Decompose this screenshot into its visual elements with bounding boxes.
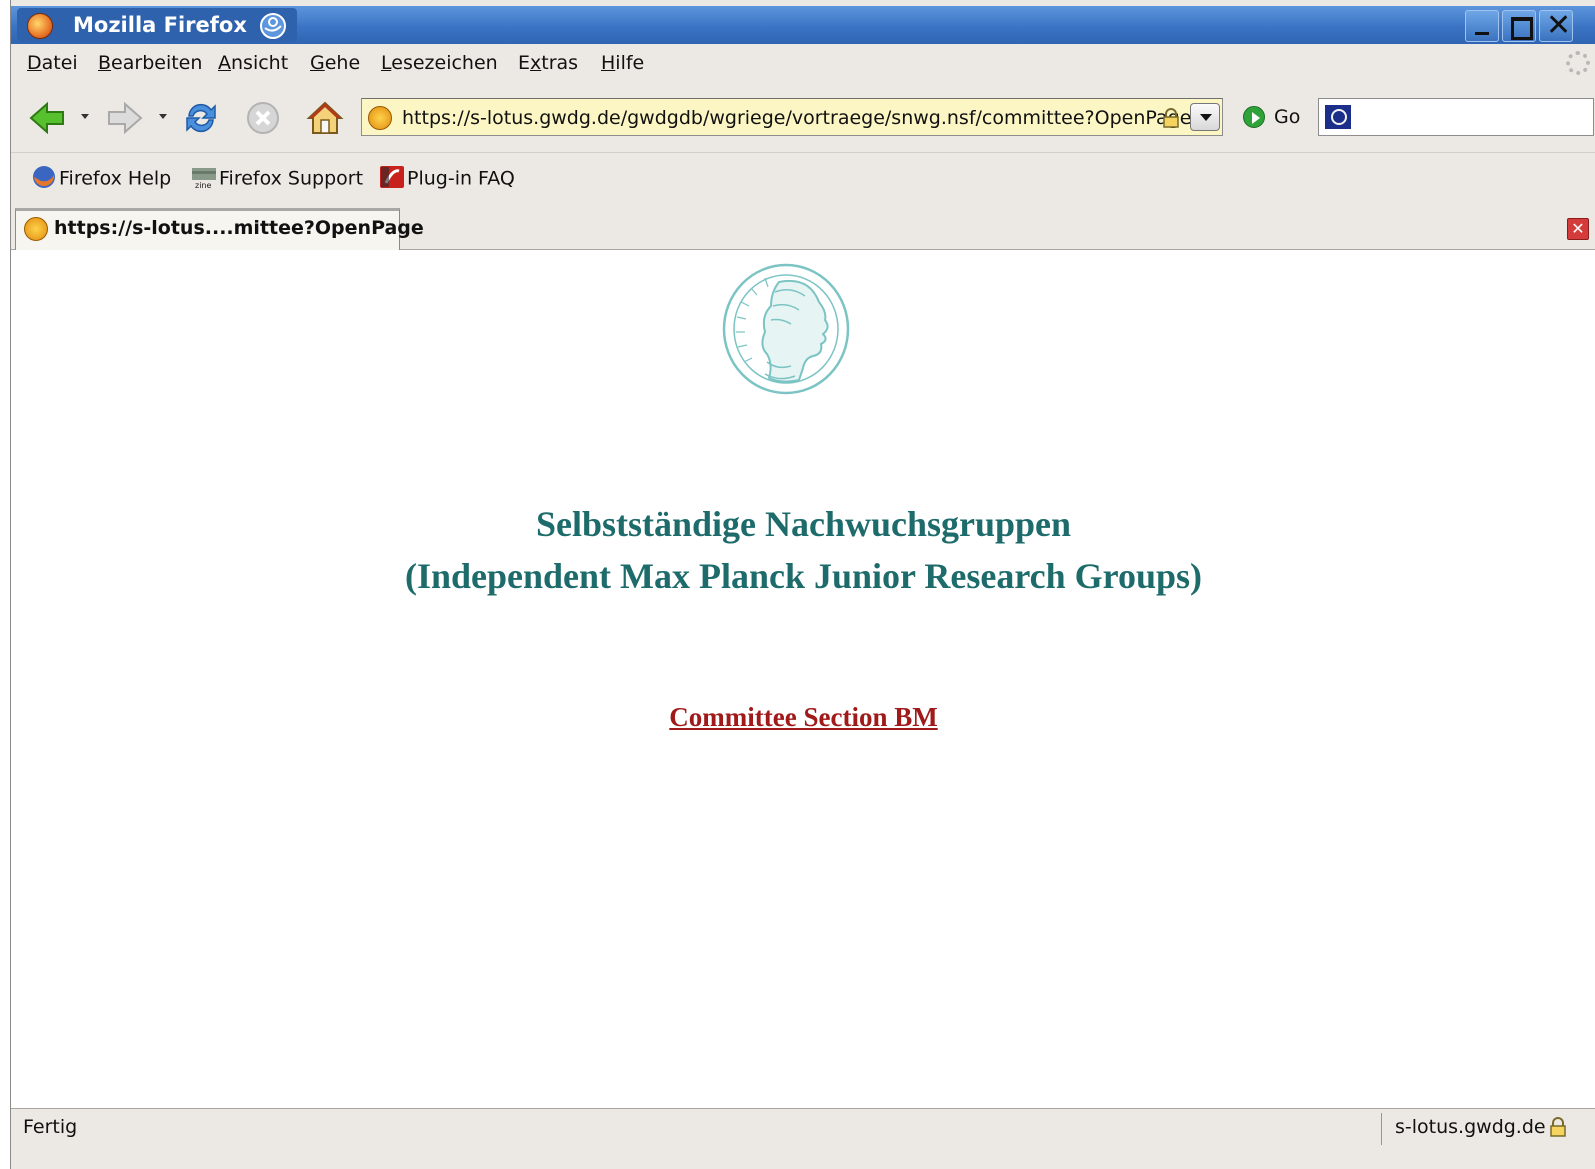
- page-content: Selbstständige Nachwuchsgruppen (Indepen…: [11, 250, 1595, 1110]
- max-planck-logo: [722, 263, 850, 395]
- page-title: Selbstständige Nachwuchsgruppen: [535, 504, 1072, 544]
- tab-favicon-icon: [24, 217, 48, 241]
- lock-icon[interactable]: [1162, 108, 1180, 128]
- page-subtitle: (Independent Max Planck Junior Research …: [404, 556, 1203, 596]
- site-favicon-icon: [368, 106, 392, 130]
- reload-icon[interactable]: [181, 98, 221, 138]
- go-arrow-icon: [1243, 106, 1265, 128]
- stop-icon[interactable]: [243, 98, 283, 138]
- status-lock-icon[interactable]: [1549, 1117, 1567, 1137]
- svg-text:zine: zine: [195, 181, 211, 189]
- firefox-app-icon[interactable]: [27, 13, 53, 39]
- status-host: s-lotus.gwdg.de: [1395, 1116, 1546, 1138]
- menu-lesezeichen[interactable]: Lesezeichen: [381, 52, 498, 74]
- close-icon: ✕: [1546, 8, 1572, 43]
- search-engine-icon[interactable]: [1325, 105, 1351, 129]
- address-bar[interactable]: https://s-lotus.gwdg.de/gwdgdb/wgriege/v…: [361, 98, 1223, 136]
- menu-extras[interactable]: Extras: [518, 52, 578, 74]
- navigation-toolbar: https://s-lotus.gwdg.de/gwdgdb/wgriege/v…: [11, 86, 1595, 148]
- throbber-icon: [1566, 51, 1590, 75]
- zine-icon: zine: [192, 168, 216, 189]
- menu-ansicht[interactable]: Ansicht: [218, 52, 288, 74]
- forward-arrow-icon[interactable]: [105, 98, 145, 138]
- plugin-icon: [380, 166, 404, 188]
- home-icon[interactable]: [305, 98, 345, 138]
- swirl-icon: [260, 13, 286, 39]
- forward-history-dropdown-icon[interactable]: [159, 114, 167, 119]
- menu-bearbeiten[interactable]: Bearbeiten: [98, 52, 202, 74]
- bookmark-firefox-help[interactable]: Firefox Help: [31, 166, 171, 195]
- menu-hilfe[interactable]: Hilfe: [601, 52, 644, 74]
- back-arrow-icon[interactable]: [27, 98, 67, 138]
- firefox-icon: [33, 166, 55, 188]
- menu-gehe[interactable]: Gehe: [310, 52, 360, 74]
- committee-section-bm-link[interactable]: Committee Section BM: [669, 702, 937, 732]
- url-history-dropdown-button[interactable]: [1190, 103, 1220, 131]
- status-divider: [1381, 1113, 1382, 1145]
- title-bar[interactable]: Mozilla Firefox ✕: [11, 6, 1595, 44]
- committee-link-container: Committee Section BM: [11, 702, 1595, 733]
- maximize-button[interactable]: [1502, 10, 1536, 42]
- tab-bar: https://s-lotus....mittee?OpenPage ✕: [11, 208, 1595, 250]
- back-history-dropdown-icon[interactable]: [81, 114, 89, 119]
- browser-window: Mozilla Firefox ✕ Datei Bearbeiten Ansic…: [10, 0, 1595, 1169]
- window-bottom-edge: [11, 1148, 1595, 1169]
- tab-active[interactable]: https://s-lotus....mittee?OpenPage: [15, 208, 424, 250]
- minimize-button[interactable]: [1465, 10, 1499, 42]
- status-bar: Fertig s-lotus.gwdg.de: [11, 1108, 1595, 1148]
- url-input[interactable]: https://s-lotus.gwdg.de/gwdgdb/wgriege/v…: [402, 107, 1191, 129]
- window-title: Mozilla Firefox: [73, 13, 247, 37]
- bookmark-plugin-faq[interactable]: Plug-in FAQ: [379, 166, 515, 195]
- search-input[interactable]: [1318, 98, 1594, 136]
- close-tab-icon[interactable]: ✕: [1567, 218, 1589, 240]
- bookmarks-toolbar: Firefox Help zine Firefox Support Plug-i…: [11, 152, 1595, 206]
- status-text: Fertig: [23, 1116, 78, 1138]
- bookmark-firefox-support[interactable]: zine Firefox Support: [191, 167, 363, 195]
- menu-datei[interactable]: Datei: [27, 52, 78, 74]
- menu-bar: Datei Bearbeiten Ansicht Gehe Lesezeiche…: [11, 44, 1595, 84]
- close-window-button[interactable]: ✕: [1539, 8, 1573, 43]
